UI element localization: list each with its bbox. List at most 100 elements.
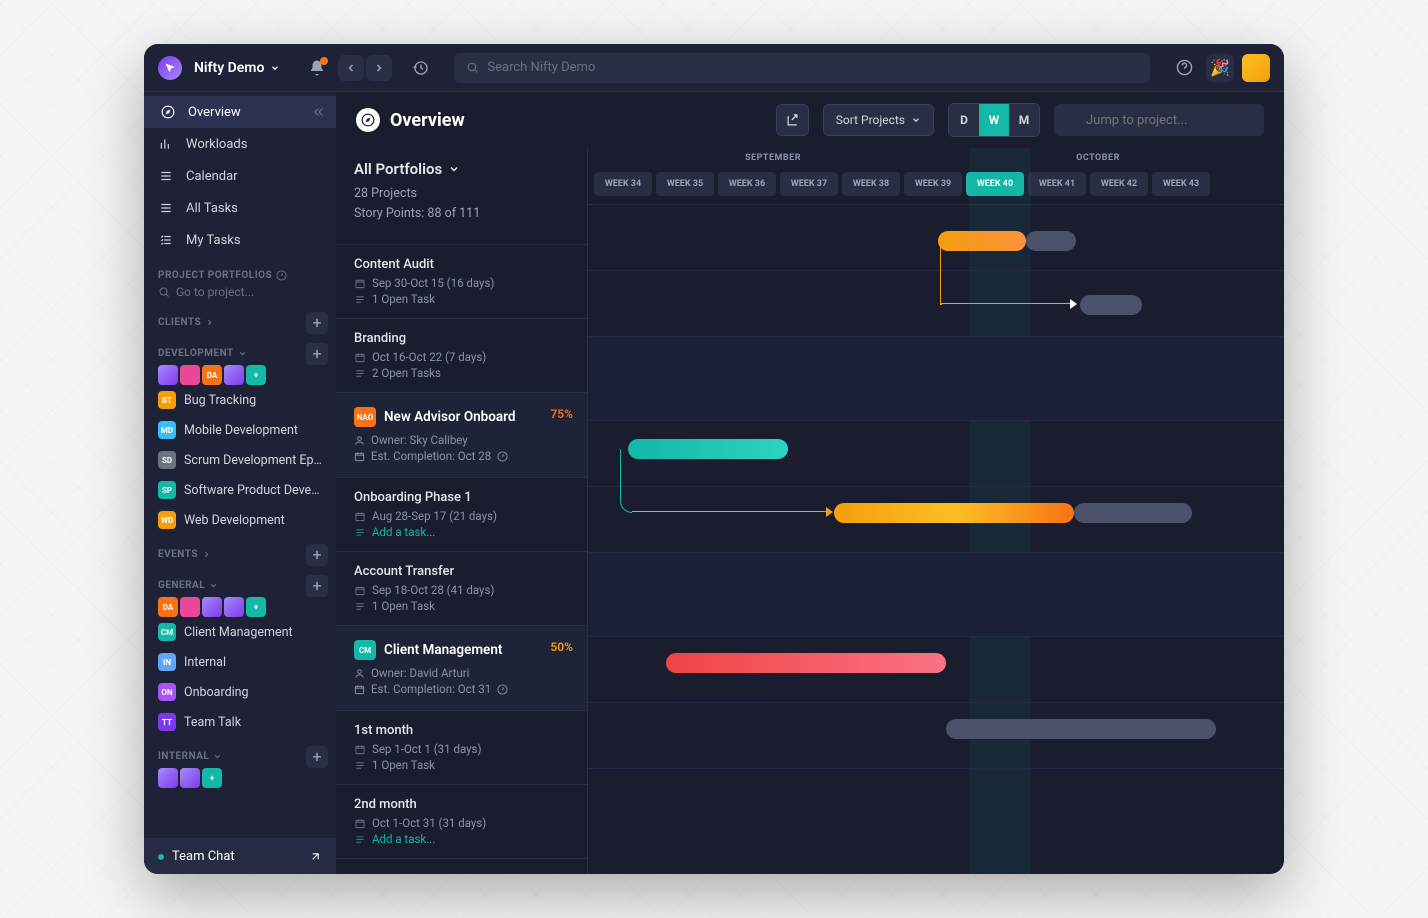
global-search[interactable]: Search Nifty Demo	[454, 53, 1150, 83]
dev-members[interactable]: DA+	[158, 365, 322, 385]
team-chat-button[interactable]: Team Chat	[144, 838, 336, 874]
project-percent: 75%	[550, 407, 573, 421]
gantt-body	[588, 205, 1284, 769]
gen-members[interactable]: DA+	[158, 597, 322, 617]
week-pill[interactable]: WEEK 36	[718, 172, 776, 196]
task-title: 2nd month	[354, 797, 569, 812]
portfolio-header[interactable]: All Portfolios 28 Projects Story Points:…	[336, 148, 587, 245]
nav-my-tasks[interactable]: My Tasks	[144, 224, 336, 256]
go-to-project-input[interactable]: Go to project...	[158, 281, 322, 303]
add-dev-button[interactable]: +	[306, 343, 328, 365]
export-button[interactable]	[776, 104, 809, 136]
week-pill[interactable]: WEEK 41	[1028, 172, 1086, 196]
jump-to-project-input[interactable]	[1054, 104, 1264, 136]
topbar: Nifty Demo Search Nifty Demo 🎉	[144, 44, 1284, 92]
main-content: Overview Sort Projects D W M A	[336, 92, 1284, 874]
nav-all-tasks[interactable]: All Tasks	[144, 192, 336, 224]
notifications-button[interactable]	[308, 59, 326, 77]
int-members[interactable]: +	[158, 768, 322, 788]
task-open-count: 1 Open Task	[354, 292, 569, 306]
section-clients[interactable]: CLIENTS	[158, 317, 214, 328]
sidebar-project-item[interactable]: ONOnboarding	[158, 677, 322, 707]
week-pill[interactable]: WEEK 34	[594, 172, 652, 196]
task-card[interactable]: Content AuditSep 30-Oct 15 (16 days)1 Op…	[336, 245, 587, 319]
nav-forward-button[interactable]	[366, 55, 392, 81]
section-events[interactable]: EVENTS	[158, 549, 211, 560]
task-date: Sep 30-Oct 15 (16 days)	[354, 276, 569, 290]
history-button[interactable]	[408, 55, 434, 81]
sidebar-project-item[interactable]: SDScrum Development Epic	[158, 445, 322, 475]
app-logo[interactable]	[158, 56, 182, 80]
chevron-right-icon	[205, 318, 214, 327]
nav-calendar[interactable]: Calendar	[144, 160, 336, 192]
sidebar-project-item[interactable]: TTTeam Talk	[158, 707, 322, 737]
gantt-bar[interactable]	[666, 653, 946, 673]
gantt-bar[interactable]	[628, 439, 788, 459]
nav-back-button[interactable]	[338, 55, 364, 81]
project-percent: 50%	[550, 640, 573, 654]
project-row[interactable]: CMClient Management 50% Owner: David Art…	[336, 626, 587, 711]
gantt-bar[interactable]	[1026, 231, 1076, 251]
gantt-bar[interactable]	[834, 503, 1074, 523]
compass-icon	[160, 105, 176, 119]
gantt-bar[interactable]	[946, 719, 1216, 739]
project-estimate: Est. Completion: Oct 28	[354, 449, 569, 463]
sort-projects-button[interactable]: Sort Projects	[823, 104, 934, 136]
sidebar-project-item[interactable]: SPSoftware Product Devel...	[158, 475, 322, 505]
section-development[interactable]: DEVELOPMENT	[158, 348, 247, 359]
project-label: Internal	[184, 655, 226, 670]
add-client-button[interactable]: +	[306, 312, 328, 334]
sidebar-project-item[interactable]: MDMobile Development	[158, 415, 322, 445]
week-pill[interactable]: WEEK 38	[842, 172, 900, 196]
help-icon[interactable]	[276, 270, 287, 281]
week-pill[interactable]: WEEK 35	[656, 172, 714, 196]
gantt-column[interactable]: SEPTEMBER OCTOBER WEEK 34WEEK 35WEEK 36W…	[588, 148, 1284, 874]
sidebar-project-item[interactable]: WDWeb Development	[158, 505, 322, 535]
week-pill[interactable]: WEEK 37	[780, 172, 838, 196]
gantt-bar[interactable]	[938, 231, 1026, 251]
sidebar-project-item[interactable]: CMClient Management	[158, 617, 322, 647]
add-internal-button[interactable]: +	[306, 746, 328, 768]
view-month-button[interactable]: M	[1009, 104, 1039, 136]
checklist-icon	[158, 233, 174, 247]
sidebar-project-item[interactable]: BTBug Tracking	[158, 385, 322, 415]
week-pill[interactable]: WEEK 40	[966, 172, 1024, 196]
project-label: Software Product Devel...	[184, 483, 322, 498]
add-task-link[interactable]: Add a task...	[354, 832, 569, 846]
search-icon	[158, 286, 170, 298]
view-day-button[interactable]: D	[949, 104, 979, 136]
gantt-bar[interactable]	[1080, 295, 1142, 315]
add-general-button[interactable]: +	[306, 575, 328, 597]
task-card[interactable]: BrandingOct 16-Oct 22 (7 days)2 Open Tas…	[336, 319, 587, 393]
project-row[interactable]: NAONew Advisor Onboard 75% Owner: Sky Ca…	[336, 393, 587, 478]
collapse-sidebar-icon[interactable]	[312, 105, 326, 119]
project-badge-icon: CM	[354, 640, 376, 660]
workspace-switcher[interactable]: Nifty Demo	[194, 60, 280, 76]
week-pill[interactable]: WEEK 39	[904, 172, 962, 196]
user-avatar[interactable]	[1242, 54, 1270, 82]
task-title: Branding	[354, 331, 569, 346]
task-card[interactable]: 1st monthSep 1-Oct 1 (31 days)1 Open Tas…	[336, 711, 587, 785]
gantt-row	[588, 271, 1284, 337]
sidebar-project-item[interactable]: INInternal	[158, 647, 322, 677]
nav-overview[interactable]: Overview	[144, 96, 336, 128]
gantt-bar[interactable]	[1074, 503, 1192, 523]
task-card[interactable]: Account TransferSep 18-Oct 28 (41 days)1…	[336, 552, 587, 626]
week-pill[interactable]: WEEK 42	[1090, 172, 1148, 196]
section-internal[interactable]: INTERNAL	[158, 751, 222, 762]
nav-workloads[interactable]: Workloads	[144, 128, 336, 160]
project-owner: Owner: David Arturi	[354, 666, 569, 680]
view-week-button[interactable]: W	[979, 104, 1009, 136]
gantt-row	[588, 421, 1284, 487]
project-label: Bug Tracking	[184, 393, 256, 408]
gantt-row	[588, 637, 1284, 703]
section-general[interactable]: GENERAL	[158, 580, 218, 591]
task-card[interactable]: Onboarding Phase 1Aug 28-Sep 17 (21 days…	[336, 478, 587, 552]
celebrate-button[interactable]: 🎉	[1206, 54, 1234, 82]
add-task-link[interactable]: Add a task...	[354, 525, 569, 539]
task-card[interactable]: 2nd monthOct 1-Oct 31 (31 days)Add a tas…	[336, 785, 587, 859]
help-button[interactable]	[1170, 54, 1198, 82]
week-pill[interactable]: WEEK 43	[1152, 172, 1210, 196]
gantt-row	[588, 487, 1284, 553]
add-event-button[interactable]: +	[306, 544, 328, 566]
